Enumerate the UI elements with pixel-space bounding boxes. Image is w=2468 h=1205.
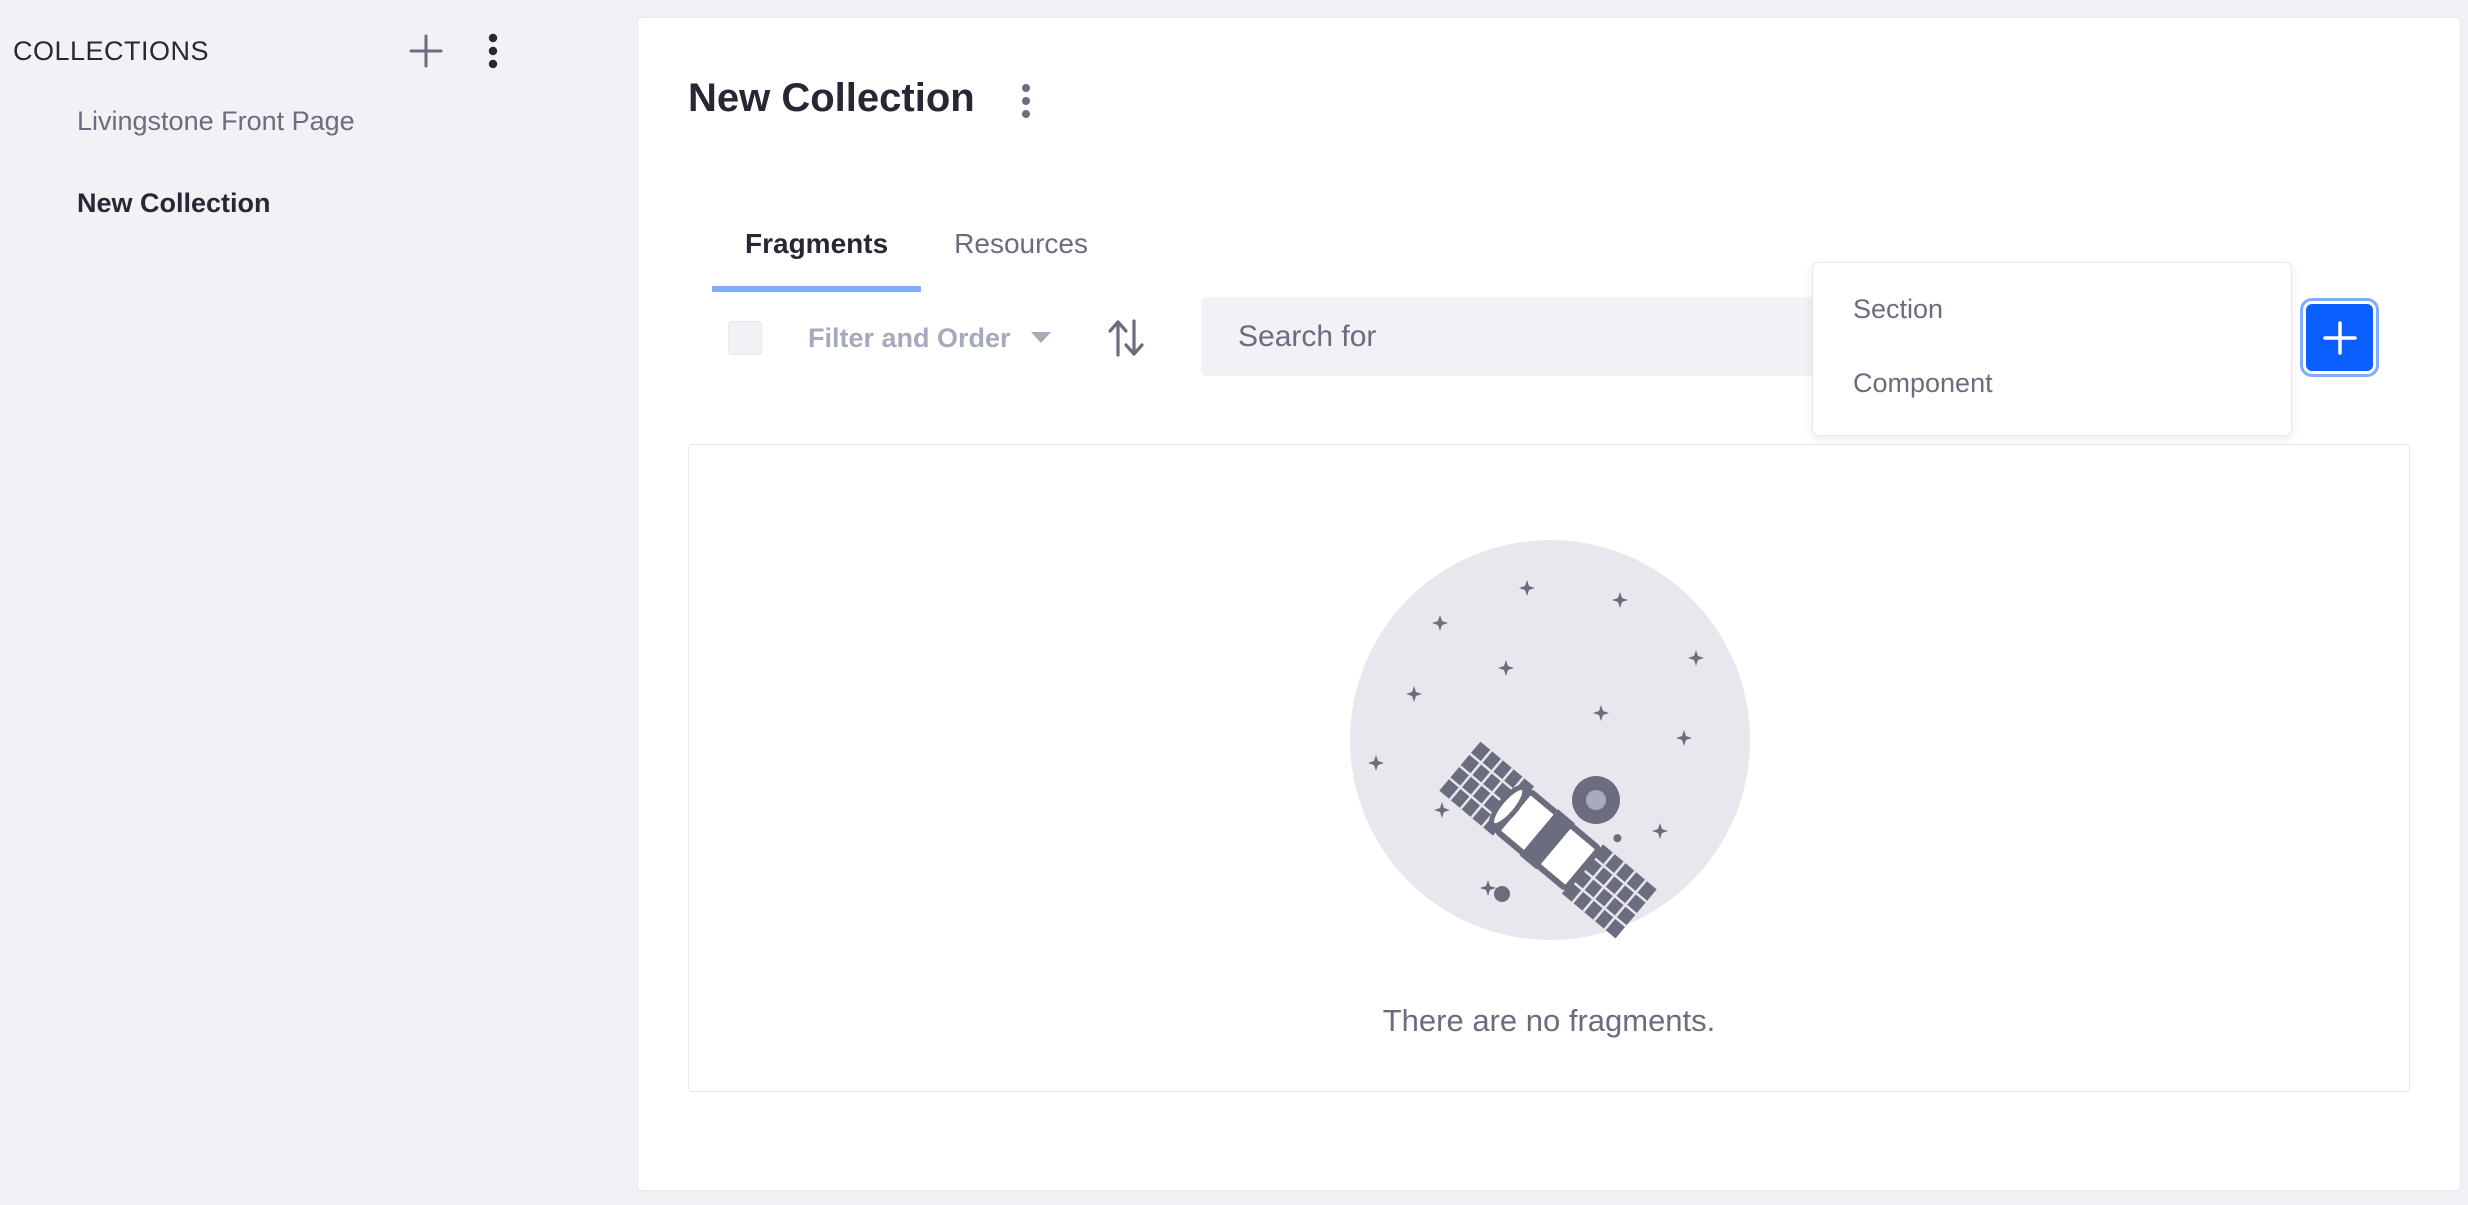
- satellite-illustration: [1350, 540, 1750, 940]
- select-all-checkbox[interactable]: [728, 321, 762, 355]
- add-fragment-button[interactable]: [2306, 304, 2373, 371]
- empty-state-message: There are no fragments.: [1382, 1003, 1716, 1038]
- sidebar-item-new-collection[interactable]: New Collection: [77, 188, 271, 219]
- add-collection-button[interactable]: [403, 28, 449, 74]
- filter-and-order-dropdown[interactable]: Filter and Order: [808, 312, 1051, 364]
- tab-fragments[interactable]: Fragments: [712, 208, 922, 292]
- plus-icon: [2322, 320, 2357, 355]
- sort-arrows-icon: [1108, 319, 1144, 357]
- sidebar-title: COLLECTIONS: [13, 35, 210, 66]
- menu-item-component[interactable]: Component: [1853, 368, 1993, 399]
- vertical-ellipsis-icon: [488, 33, 498, 69]
- empty-state-card: There are no fragments.: [688, 444, 2410, 1092]
- tab-resources[interactable]: Resources: [921, 208, 1121, 292]
- sidebar-header: COLLECTIONS: [13, 28, 503, 74]
- sidebar-item-livingstone-front-page[interactable]: Livingstone Front Page: [77, 106, 355, 137]
- collections-options-button[interactable]: [470, 28, 516, 74]
- plus-icon: [409, 34, 443, 68]
- filter-and-order-label: Filter and Order: [808, 322, 1011, 353]
- add-fragment-dropdown-menu: Section Component: [1812, 262, 2292, 436]
- sidebar: COLLECTIONS Livingstone Front Page New C…: [0, 0, 620, 1205]
- tabs: Fragments Resources: [712, 208, 1121, 292]
- page-title: New Collection: [688, 76, 975, 120]
- caret-down-icon: [1030, 332, 1051, 343]
- menu-item-section[interactable]: Section: [1853, 294, 1943, 325]
- search-input[interactable]: [1201, 297, 1851, 376]
- sort-order-button[interactable]: [1103, 315, 1149, 361]
- collection-options-button[interactable]: [1003, 78, 1049, 124]
- vertical-ellipsis-icon: [1022, 84, 1030, 118]
- main-panel: New Collection Fragments Resources Filte…: [637, 17, 2461, 1191]
